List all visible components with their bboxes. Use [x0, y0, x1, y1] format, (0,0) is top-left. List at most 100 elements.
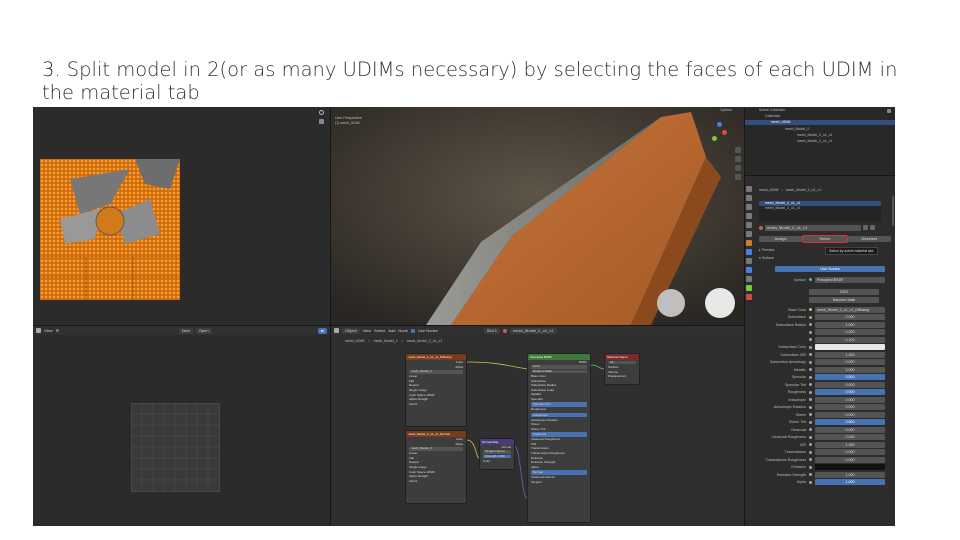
- image-texture-node-1[interactable]: mesh_Model_2_u1_v1_Diffusing Color Alpha…: [405, 353, 467, 427]
- shader-node-editor[interactable]: Object View Select Add Node Use Nodes Sl…: [331, 326, 754, 526]
- world-tab-icon[interactable]: [746, 231, 752, 237]
- socket-icon[interactable]: [809, 360, 812, 364]
- image-texture-node-2[interactable]: mesh_Model_2_u1_v1_Normal Color Alpha me…: [405, 430, 467, 504]
- socket-icon[interactable]: [809, 458, 812, 462]
- node-input-socket[interactable]: Tangent: [528, 480, 590, 485]
- socket-icon[interactable]: [809, 330, 812, 334]
- property-value-field[interactable]: 0.000: [815, 426, 885, 433]
- socket-icon[interactable]: [809, 413, 812, 417]
- socket-icon[interactable]: [809, 480, 812, 484]
- material-tab-icon[interactable]: [746, 294, 752, 300]
- property-value-field[interactable]: 1.000: [815, 479, 885, 486]
- property-value-field[interactable]: [815, 344, 885, 351]
- zoom-icon[interactable]: [319, 110, 324, 115]
- new-image-button[interactable]: New: [178, 327, 193, 334]
- viewport-3d[interactable]: User Perspective (1) mesh_UDIM Options: [331, 107, 744, 325]
- uv-editor-top[interactable]: [33, 107, 330, 325]
- socket-icon[interactable]: [809, 338, 812, 342]
- distribution-dropdown[interactable]: GGX: [809, 288, 879, 295]
- property-value-field[interactable]: 0.030: [815, 434, 885, 441]
- socket-icon[interactable]: [809, 443, 812, 447]
- property-value-field[interactable]: 0.000: [815, 404, 885, 411]
- view-layer-tab-icon[interactable]: [746, 213, 752, 219]
- property-value-field[interactable]: 0.500: [815, 419, 885, 426]
- node-input-socket[interactable]: Sheen Tint: [528, 427, 590, 432]
- socket-icon[interactable]: [809, 315, 812, 319]
- socket-icon[interactable]: [809, 368, 812, 372]
- material-output-node[interactable]: Material Output All Surface Volume Displ…: [604, 353, 640, 385]
- surface-section-header[interactable]: ▾ Surface: [759, 256, 774, 260]
- outliner-item[interactable]: mesh_Model_2_u1_v1: [797, 133, 832, 137]
- uv-editor-bottom[interactable]: View ☰ New Open ⇄: [33, 326, 330, 526]
- socket-icon[interactable]: [809, 420, 812, 424]
- preview-section-header[interactable]: ▸ Preview: [759, 248, 774, 252]
- constraints-tab-icon[interactable]: [746, 276, 752, 282]
- output-tab-icon[interactable]: [746, 204, 752, 210]
- property-value-field[interactable]: 0.000: [815, 456, 885, 463]
- socket-icon[interactable]: [809, 345, 812, 349]
- socket-icon[interactable]: [809, 450, 812, 454]
- material-slot-item[interactable]: mesh_Model_2_u1_v1: [759, 206, 881, 211]
- modifier-tab-icon[interactable]: [746, 249, 752, 255]
- node-target-field[interactable]: All: [608, 360, 636, 365]
- breadcrumb-object[interactable]: mesh_UDIM: [759, 188, 778, 192]
- socket-icon[interactable]: [809, 323, 812, 327]
- node-input-socket[interactable]: Anisotropic: [531, 412, 587, 418]
- node-strength-field[interactable]: Strength 1.000: [483, 454, 511, 459]
- property-value-field[interactable]: 1.000: [815, 471, 885, 478]
- property-value-field[interactable]: 0.000: [815, 411, 885, 418]
- divider[interactable]: [745, 175, 895, 176]
- deselect-button[interactable]: Deselect: [847, 236, 891, 242]
- properties-scrollbar[interactable]: [892, 196, 894, 226]
- normal-map-node[interactable]: Normal Map Normal Tangent Space Strength…: [479, 438, 515, 470]
- view-menu[interactable]: View: [44, 328, 53, 333]
- data-tab-icon[interactable]: [746, 285, 752, 291]
- node-input-socket[interactable]: Roughness: [528, 407, 590, 412]
- socket-icon[interactable]: [809, 390, 812, 394]
- property-value-field[interactable]: 0.000: [815, 366, 885, 373]
- property-value-field[interactable]: 0.100: [815, 336, 885, 343]
- axis-z-icon[interactable]: [717, 122, 722, 127]
- uv-sync-button[interactable]: ⇄: [317, 327, 327, 334]
- outliner-item[interactable]: mesh_Model_2: [785, 127, 809, 131]
- properties-editor[interactable]: mesh_UDIM › mesh_Model_2_u1_v1 mesh_Model…: [745, 176, 895, 526]
- property-value-field[interactable]: mesh_Model_2_u1_v1_Diffusing: [815, 306, 885, 313]
- outliner-item[interactable]: mesh_Model_2_u1_v1: [797, 139, 832, 143]
- property-value-field[interactable]: 1.400: [815, 351, 885, 358]
- property-value-field[interactable]: 0.500: [815, 374, 885, 381]
- axis-gizmo[interactable]: [708, 122, 730, 144]
- socket-icon[interactable]: [809, 375, 812, 379]
- render-tab-icon[interactable]: [746, 195, 752, 201]
- select-button[interactable]: Select: [802, 235, 848, 243]
- node-input-socket[interactable]: Specular: [528, 397, 590, 402]
- outliner-item-selected[interactable]: mesh_UDIM: [745, 120, 895, 125]
- outliner[interactable]: Scene Collection Collection mesh_UDIM me…: [745, 107, 895, 175]
- property-value-field[interactable]: 0.000: [815, 449, 885, 456]
- use-nodes-button[interactable]: Use Nodes: [775, 266, 885, 272]
- divider[interactable]: [33, 325, 744, 326]
- physics-tab-icon[interactable]: [746, 267, 752, 273]
- property-value-field[interactable]: 1.000: [815, 321, 885, 328]
- zoom-icon[interactable]: [735, 147, 741, 153]
- property-value-field[interactable]: 0.200: [815, 329, 885, 336]
- socket-icon[interactable]: [809, 428, 812, 432]
- node-subsurface-method-field[interactable]: Random Walk: [531, 369, 587, 374]
- duplicate-icon[interactable]: [863, 225, 868, 230]
- grid-icon[interactable]: [735, 174, 741, 180]
- menu-icon[interactable]: ☰: [56, 328, 60, 333]
- breadcrumb-material[interactable]: mesh_Model_2_u1_v1: [786, 188, 821, 192]
- node-input-socket[interactable]: Specular Tint: [531, 402, 587, 407]
- material-slot-list[interactable]: mesh_Model_2_u1_v1 mesh_Model_2_u1_v1: [759, 201, 881, 221]
- property-value-field[interactable]: 1.450: [815, 441, 885, 448]
- property-value-field[interactable]: [815, 464, 885, 471]
- divider[interactable]: [330, 107, 331, 526]
- close-icon[interactable]: [870, 225, 875, 230]
- property-value-field[interactable]: 0.500: [815, 389, 885, 396]
- socket-icon[interactable]: [809, 405, 812, 409]
- property-value-field[interactable]: 0.000: [815, 359, 885, 366]
- node-input-socket[interactable]: Clearcoat: [531, 432, 587, 437]
- divider[interactable]: [744, 107, 745, 526]
- node-input-socket[interactable]: Alpha: [528, 465, 590, 470]
- object-tab-icon[interactable]: [746, 240, 752, 246]
- socket-icon[interactable]: [809, 398, 812, 402]
